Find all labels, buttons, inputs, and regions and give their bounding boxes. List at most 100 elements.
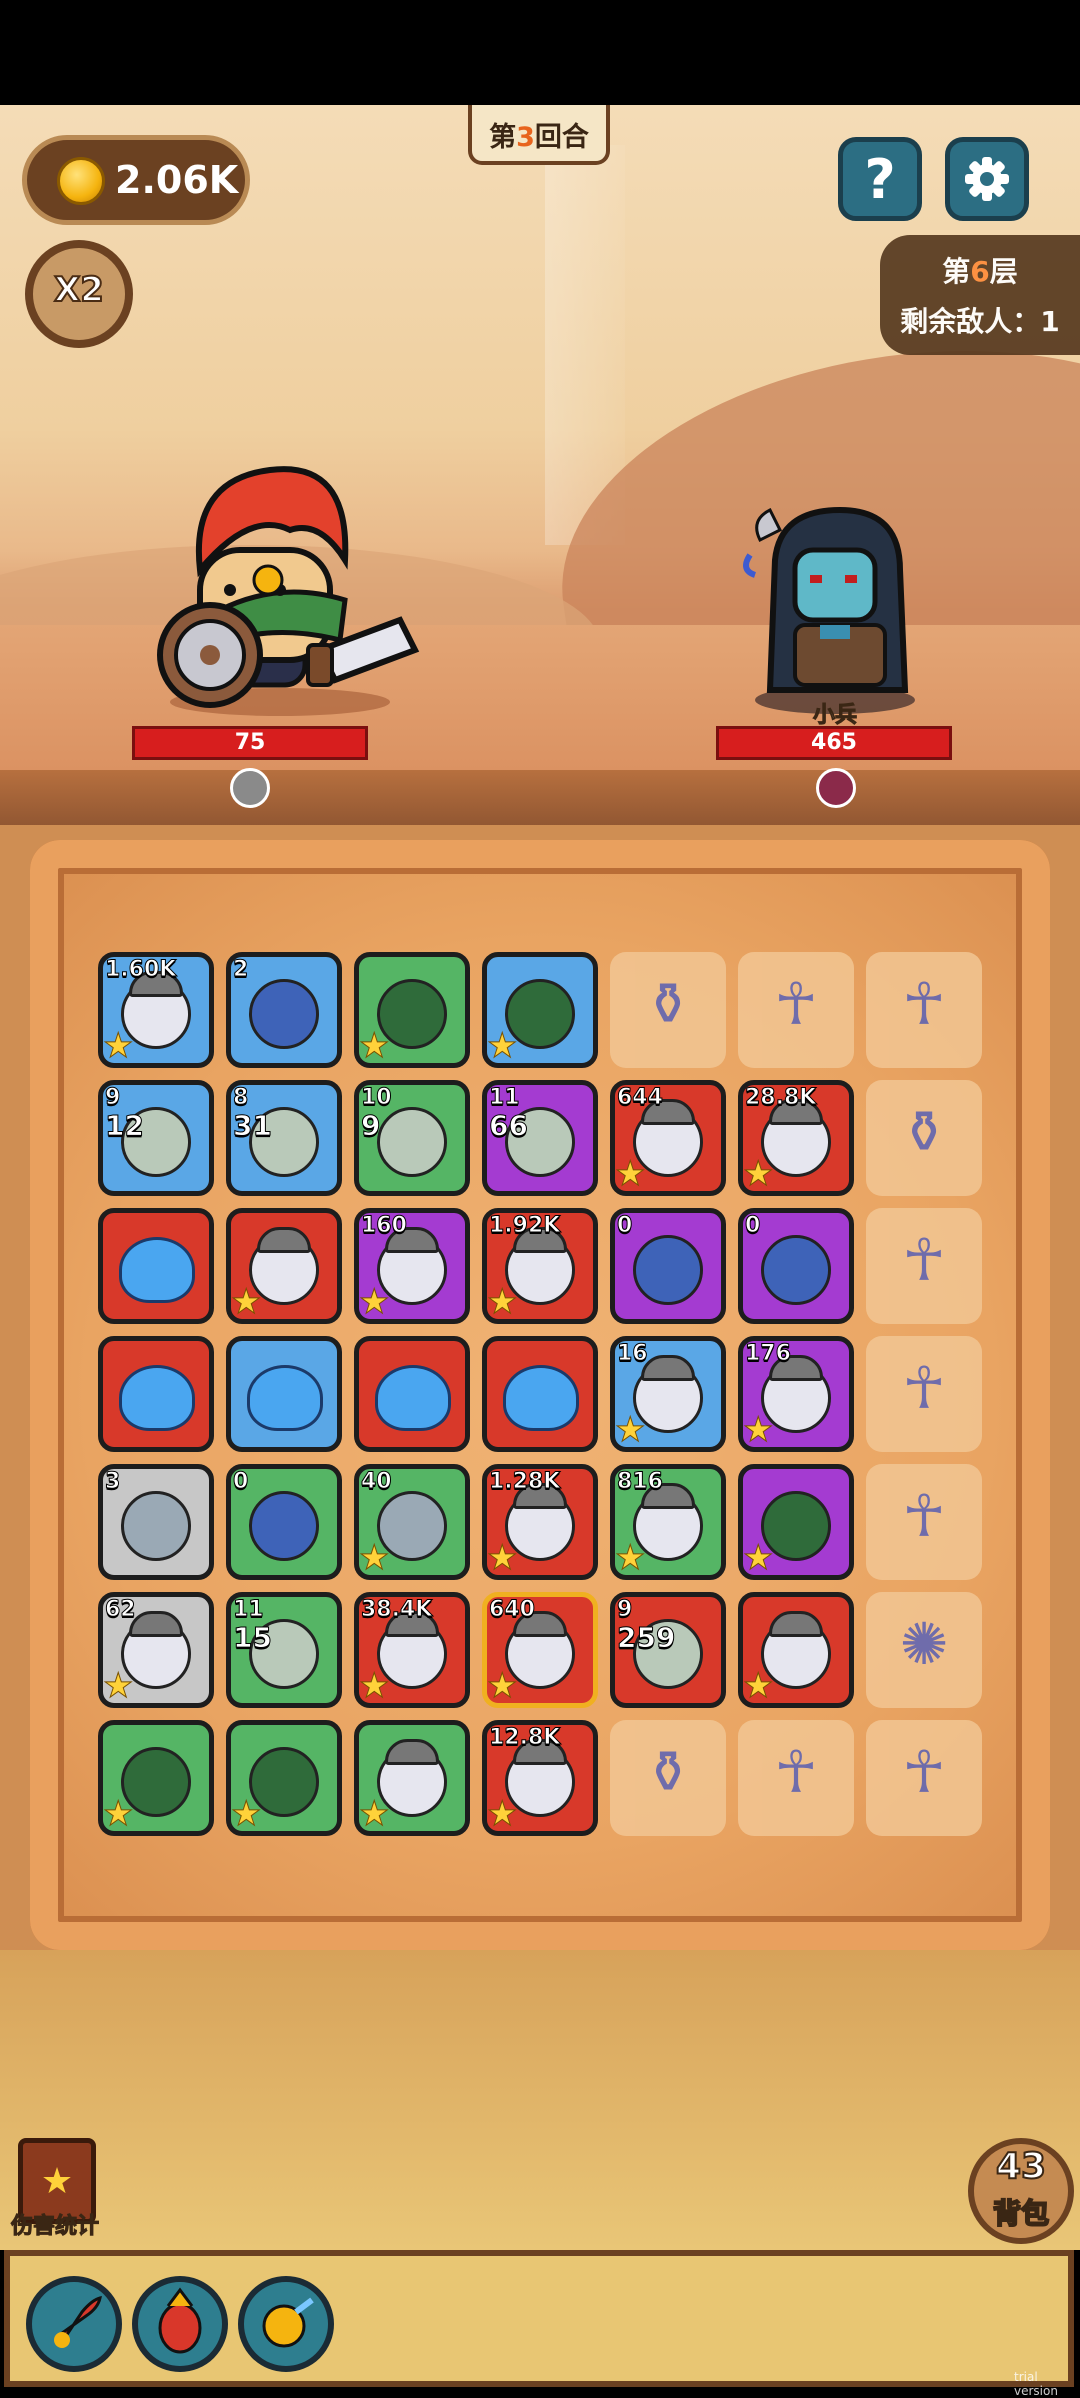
unit-tile-beast[interactable]: 10 9: [354, 1080, 470, 1196]
star-icon: ★: [743, 1410, 774, 1450]
unit-tile-slime[interactable]: [354, 1336, 470, 1452]
unit-tile-mage[interactable]: 0: [610, 1208, 726, 1324]
backpack-button[interactable]: 43 背包: [968, 2138, 1078, 2248]
tile-count-badge: 40: [361, 1469, 393, 1495]
unit-tile-knight[interactable]: 1.92K ★: [482, 1208, 598, 1324]
empty-slot-ankh[interactable]: ☥: [866, 1720, 982, 1836]
round-suffix: 回合: [534, 122, 589, 153]
star-icon: ★: [487, 1794, 518, 1834]
unit-tile-beast[interactable]: 11 15: [226, 1592, 342, 1708]
golden-orb-skill-icon[interactable]: [238, 2276, 334, 2372]
speed-label: X2: [53, 269, 105, 311]
unit-tile-beast[interactable]: 9 12: [98, 1080, 214, 1196]
empty-slot-sun[interactable]: ✺: [866, 1592, 982, 1708]
unit-tile-robot[interactable]: 3: [98, 1464, 214, 1580]
tile-count-badge: 0: [232, 1469, 249, 1495]
empty-slot-ankh[interactable]: ☥: [866, 952, 982, 1068]
tile-count-badge: 11: [489, 1085, 521, 1111]
speed-toggle-button[interactable]: X2: [25, 240, 133, 348]
unit-tile-knight[interactable]: 12.8K ★: [482, 1720, 598, 1836]
gear-icon: [965, 157, 1009, 201]
coin-value: 2.06K: [115, 158, 239, 202]
empty-slot-vase[interactable]: ⚱: [610, 952, 726, 1068]
unit-tile-knight[interactable]: ★: [738, 1592, 854, 1708]
coin-counter: 2.06K: [22, 135, 250, 225]
unit-tile-knight[interactable]: 1.60K ★: [98, 952, 214, 1068]
tile-value-badge: 259: [616, 1621, 676, 1655]
rocket-skill-icon[interactable]: [26, 2276, 122, 2372]
floor-info-panel: 第6层 剩余敌人：1: [880, 235, 1080, 355]
sun-icon: ✺: [899, 1610, 949, 1678]
unit-tile-knight[interactable]: 176 ★: [738, 1336, 854, 1452]
unit-tile-knight[interactable]: 1.28K ★: [482, 1464, 598, 1580]
unit-tile-hood[interactable]: ★: [98, 1720, 214, 1836]
star-icon: ★: [359, 1282, 390, 1322]
tile-count-badge: 10: [361, 1085, 393, 1111]
unit-tile-mage[interactable]: 2: [226, 952, 342, 1068]
star-icon: ★: [487, 1026, 518, 1066]
empty-slot-ankh[interactable]: ☥: [866, 1464, 982, 1580]
tile-count-badge: 16: [617, 1341, 649, 1367]
floor-prefix: 第: [942, 255, 971, 288]
fire-creature-skill-icon[interactable]: [132, 2276, 228, 2372]
unit-tile-mage[interactable]: 0: [226, 1464, 342, 1580]
enemy-hp-bar: 465: [716, 726, 952, 760]
tile-count-badge: 2: [232, 957, 249, 983]
star-icon: ★: [615, 1410, 646, 1450]
coin-icon: [57, 157, 105, 205]
hero-status-icon[interactable]: [230, 768, 270, 808]
help-button[interactable]: ?: [838, 137, 922, 221]
empty-slot-vase[interactable]: ⚱: [866, 1080, 982, 1196]
unit-tile-knight[interactable]: 16 ★: [610, 1336, 726, 1452]
ankh-icon: ☥: [902, 1226, 946, 1294]
unit-tile-knight[interactable]: 160 ★: [354, 1208, 470, 1324]
enemy-name: 小兵: [812, 703, 857, 729]
enemies-remaining: 剩余敌人：1: [900, 305, 1060, 338]
empty-slot-ankh[interactable]: ☥: [738, 1720, 854, 1836]
unit-tile-slime[interactable]: [226, 1336, 342, 1452]
unit-tile-hood[interactable]: ★: [482, 952, 598, 1068]
round-number: 3: [516, 122, 535, 153]
empty-slot-ankh[interactable]: ☥: [866, 1336, 982, 1452]
unit-tile-knight[interactable]: 28.8K ★: [738, 1080, 854, 1196]
unit-tile-hood[interactable]: ★: [226, 1720, 342, 1836]
empty-slot-ankh[interactable]: ☥: [738, 952, 854, 1068]
star-icon: ★: [487, 1282, 518, 1322]
unit-tile-knight[interactable]: 816 ★: [610, 1464, 726, 1580]
unit-tile-knight[interactable]: 640 ★: [482, 1592, 598, 1708]
star-icon: ★: [103, 1026, 134, 1066]
unit-tile-knight[interactable]: 38.4K ★: [354, 1592, 470, 1708]
mage-icon: [761, 1235, 831, 1305]
robot-icon: [121, 1491, 191, 1561]
unit-tile-beast[interactable]: 8 31: [226, 1080, 342, 1196]
unit-tile-robot[interactable]: 40 ★: [354, 1464, 470, 1580]
tile-count-badge: 28.8K: [744, 1085, 817, 1111]
unit-tile-knight[interactable]: ★: [226, 1208, 342, 1324]
vase-icon: ⚱: [643, 970, 693, 1038]
star-icon: ★: [615, 1538, 646, 1578]
unit-tile-knight[interactable]: 62 ★: [98, 1592, 214, 1708]
ankh-icon: ☥: [774, 1738, 818, 1806]
star-icon: ★: [231, 1794, 262, 1834]
settings-button[interactable]: [945, 137, 1029, 221]
vase-icon: ⚱: [899, 1098, 949, 1166]
unit-tile-beast[interactable]: 11 66: [482, 1080, 598, 1196]
empty-slot-vase[interactable]: ⚱: [610, 1720, 726, 1836]
round-text: 第3回合: [472, 115, 606, 154]
unit-tile-slime[interactable]: [98, 1336, 214, 1452]
tile-count-badge: 9: [616, 1597, 633, 1623]
unit-tile-slime[interactable]: [482, 1336, 598, 1452]
mage-icon: [633, 1235, 703, 1305]
unit-tile-mage[interactable]: 0: [738, 1208, 854, 1324]
helmet-icon: [769, 1611, 823, 1637]
unit-tile-hood[interactable]: ★: [738, 1464, 854, 1580]
damage-stats-button[interactable]: ★ 伤害统计: [0, 2138, 110, 2248]
unit-tile-knight[interactable]: 644 ★: [610, 1080, 726, 1196]
star-icon: ★: [743, 1666, 774, 1706]
empty-slot-ankh[interactable]: ☥: [866, 1208, 982, 1324]
unit-tile-slime[interactable]: [98, 1208, 214, 1324]
unit-tile-knight[interactable]: ★: [354, 1720, 470, 1836]
unit-tile-hood[interactable]: ★: [354, 952, 470, 1068]
unit-tile-beast[interactable]: 9 259: [610, 1592, 726, 1708]
enemy-status-icon[interactable]: [816, 768, 856, 808]
